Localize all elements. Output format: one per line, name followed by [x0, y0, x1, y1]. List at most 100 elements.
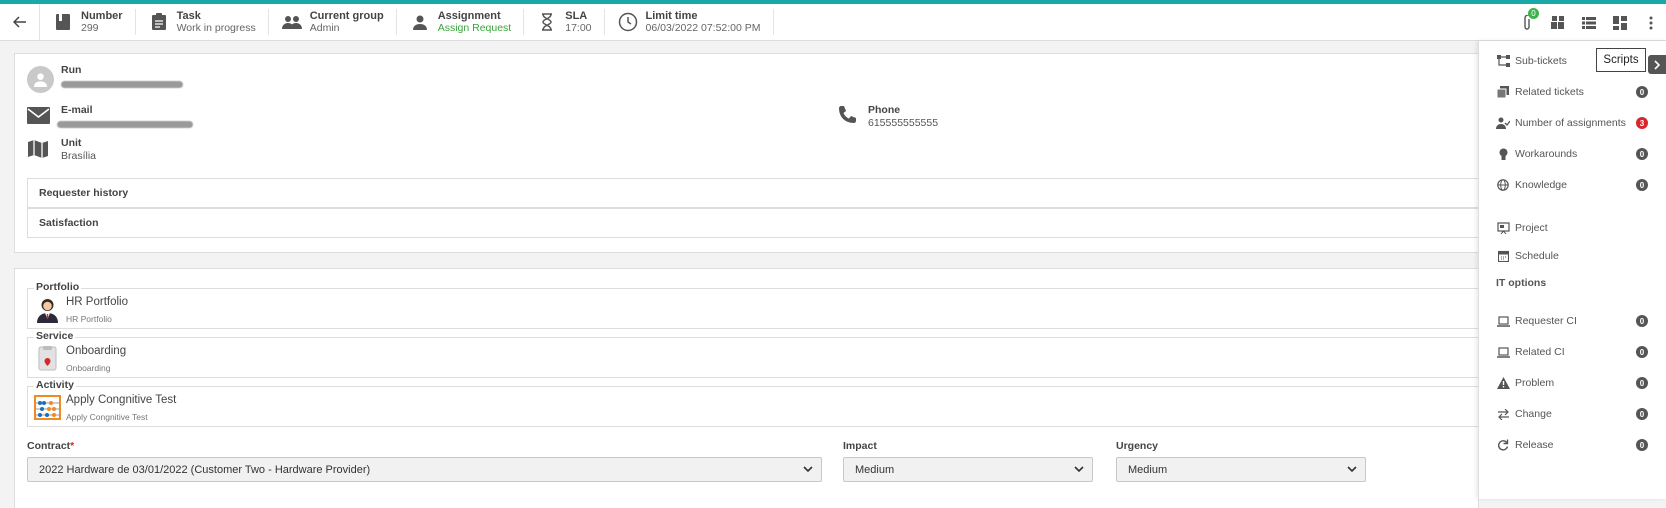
sidebar-item-label: Change [1515, 408, 1552, 420]
impact-select[interactable]: Medium [843, 457, 1093, 482]
urgency-label: Urgency [1116, 440, 1159, 452]
sidebar-item-change[interactable]: Change 0 [1479, 404, 1666, 424]
side-panel: Sub-tickets Related tickets 0 Number of … [1478, 41, 1666, 499]
contract-label: Contract* [27, 440, 75, 452]
service-field[interactable]: Onboarding Onboarding [27, 337, 1480, 378]
urgency-select[interactable]: Medium [1116, 457, 1366, 482]
contract-select[interactable]: 2022 Hardware de 03/01/2022 (Customer Tw… [27, 457, 822, 482]
book-icon [56, 14, 70, 30]
unit-value: Brasília [61, 150, 97, 162]
sidebar-item-label: Related CI [1515, 346, 1565, 358]
arrow-left-icon [12, 16, 26, 28]
header-current-group: Current group Admin [269, 9, 397, 35]
phone-label: Phone [868, 104, 901, 116]
satisfaction-section[interactable]: Satisfaction [27, 208, 1480, 238]
chevron-down-icon [803, 466, 813, 473]
activity-name: Apply Congnitive Test [66, 394, 177, 406]
sidebar-item-label: Project [1515, 222, 1548, 234]
lightbulb-icon [1499, 148, 1507, 160]
swap-icon [1497, 408, 1509, 420]
task-label: Task [176, 10, 201, 22]
ticket-header-bar: Number 299 Task Work in progress Current g… [0, 4, 1666, 41]
number-label: Number [81, 10, 123, 22]
avatar [27, 66, 54, 93]
count-badge: 0 [1636, 439, 1648, 451]
sidebar-item-label: Number of assignments [1515, 117, 1626, 129]
sidebar-item-schedule[interactable]: Schedule [1479, 246, 1666, 266]
count-badge: 0 [1636, 148, 1648, 160]
header-number: Number 299 [40, 9, 136, 35]
count-badge: 0 [1636, 346, 1648, 358]
service-subtext: Onboarding [66, 363, 111, 373]
chevron-down-icon [1074, 466, 1084, 473]
chevron-right-icon [1654, 59, 1661, 70]
service-name: Onboarding [66, 345, 127, 357]
refresh-icon [1497, 439, 1509, 451]
it-options-heading: IT options [1496, 277, 1547, 289]
sidebar-item-label: Knowledge [1515, 179, 1567, 191]
warning-icon [1496, 377, 1510, 389]
portfolio-field[interactable]: HR Portfolio HR Portfolio [27, 288, 1480, 329]
sidebar-item-number-of-assignments[interactable]: Number of assignments 3 [1479, 113, 1666, 133]
related-tickets-icon [1497, 86, 1509, 98]
catalog-card: HR Portfolio HR Portfolio Portfolio Onbo… [14, 268, 1480, 508]
sla-value: 17:00 [565, 22, 592, 34]
email-label: E-mail [61, 104, 93, 116]
impact-label: Impact [843, 440, 877, 452]
sidebar-item-label: Related tickets [1515, 86, 1584, 98]
back-button[interactable] [0, 4, 40, 40]
phone-value: 615555555555 [868, 117, 939, 129]
run-label: Run [61, 64, 82, 76]
redacted-name [61, 81, 183, 88]
impact-value: Medium [855, 463, 895, 476]
limit-label: Limit time [645, 10, 698, 22]
portfolio-subtext: HR Portfolio [66, 314, 112, 324]
sidebar-item-label: Schedule [1515, 250, 1559, 262]
list-view-button[interactable] [1573, 4, 1604, 41]
count-badge: 0 [1636, 179, 1648, 191]
sidebar-item-workarounds[interactable]: Workarounds 0 [1479, 144, 1666, 164]
assignment-value[interactable]: Assign Request [438, 22, 512, 34]
redacted-email [57, 121, 193, 128]
count-badge: 3 [1636, 117, 1648, 129]
unit-label: Unit [61, 137, 82, 149]
more-options-button[interactable] [1635, 4, 1666, 41]
task-value: Work in progress [176, 22, 256, 34]
sidebar-item-knowledge[interactable]: Knowledge 0 [1479, 175, 1666, 195]
count-badge: 0 [1636, 408, 1648, 420]
widgets-button[interactable] [1542, 4, 1573, 41]
sidebar-item-project[interactable]: Project [1479, 218, 1666, 238]
sidebar-item-label: Sub-tickets [1515, 55, 1567, 67]
dashboard-button[interactable] [1604, 4, 1635, 41]
person-icon [412, 15, 427, 30]
sidebar-item-label: Workarounds [1515, 148, 1578, 160]
onboarding-icon [38, 346, 57, 371]
portfolio-label: Portfolio [34, 281, 82, 293]
laptop-icon [1496, 346, 1510, 358]
contract-value: 2022 Hardware de 03/01/2022 (Customer Tw… [39, 463, 371, 476]
activity-field[interactable]: Apply Congnitive Test Apply Congnitive T… [27, 386, 1480, 427]
laptop-icon [1496, 315, 1510, 327]
requester-history-section[interactable]: Requester history [27, 178, 1480, 208]
count-badge: 0 [1636, 315, 1648, 327]
more-vertical-icon [1649, 16, 1652, 29]
collapse-panel-button[interactable] [1648, 55, 1666, 74]
sidebar-item-requester-ci[interactable]: Requester CI 0 [1479, 311, 1666, 331]
chevron-down-icon [1347, 466, 1357, 473]
calendar-icon [1497, 250, 1509, 262]
portfolio-name: HR Portfolio [66, 296, 128, 308]
attachments-button[interactable]: 0 [1511, 4, 1542, 41]
sidebar-item-related-tickets[interactable]: Related tickets 0 [1479, 82, 1666, 102]
sidebar-item-label: Requester CI [1515, 315, 1577, 327]
sidebar-item-related-ci[interactable]: Related CI 0 [1479, 342, 1666, 362]
sidebar-item-problem[interactable]: Problem 0 [1479, 373, 1666, 393]
group-value: Admin [309, 22, 340, 34]
sidebar-item-release[interactable]: Release 0 [1479, 435, 1666, 455]
number-value: 299 [81, 22, 99, 34]
person-icon [33, 73, 48, 87]
count-badge: 0 [1636, 86, 1648, 98]
clipboard-icon [151, 13, 166, 30]
sidebar-item-label: Problem [1515, 377, 1555, 389]
requester-card: Run E-mail Unit Brasília Phone 615555555… [14, 53, 1480, 253]
sla-label: SLA [565, 10, 588, 22]
